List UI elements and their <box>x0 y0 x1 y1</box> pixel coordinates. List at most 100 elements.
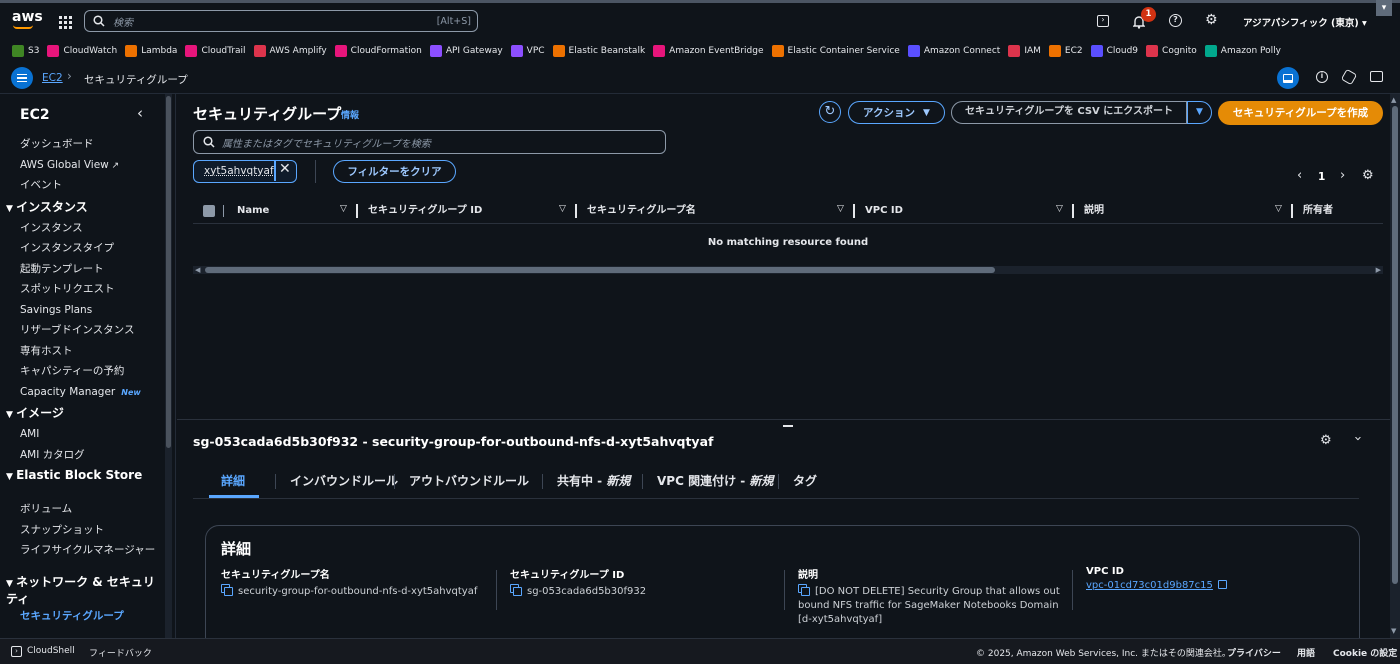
resource-search-input[interactable]: 属性またはタグでセキュリティグループを検索 <box>193 130 666 154</box>
table-horizontal-scrollbar[interactable]: ◀ ▶ <box>193 266 1383 274</box>
tab-1[interactable]: インバウンドルール <box>290 465 398 497</box>
collapse-chevron-icon[interactable]: ▾ <box>1376 0 1392 16</box>
favorite-vpc[interactable]: VPC <box>510 44 545 57</box>
select-all-checkbox[interactable] <box>203 205 215 217</box>
info-link[interactable]: 情報 <box>341 108 359 121</box>
tab-3[interactable]: 共有中 - 新規 <box>557 465 630 497</box>
favorite-amazon-polly[interactable]: Amazon Polly <box>1204 44 1281 57</box>
sidebar-item-3-0[interactable]: セキュリティグループ <box>0 606 164 627</box>
favorite-cloudwatch[interactable]: CloudWatch <box>47 44 117 57</box>
sidebar-item-0-7[interactable]: キャパシティーの予約 <box>0 361 164 382</box>
global-search-input[interactable]: 検索 [Alt+S] <box>84 10 478 32</box>
services-grid-icon[interactable] <box>59 14 72 29</box>
column-resizer[interactable] <box>1072 204 1074 218</box>
split-panel-drag-handle[interactable] <box>783 425 793 427</box>
terms-link[interactable]: 用語 <box>1297 646 1315 659</box>
sidebar-item-2-1[interactable]: スナップショット <box>0 520 164 541</box>
tab-4[interactable]: VPC 関連付け - 新規 <box>657 465 773 497</box>
sidebar-item-2-0[interactable]: ボリューム <box>0 499 164 520</box>
favorite-iam[interactable]: IAM <box>1008 44 1041 57</box>
table-settings-gear-icon[interactable]: ⚙ <box>1362 168 1374 183</box>
column-header-0[interactable]: Name <box>237 198 269 224</box>
export-dropdown-caret-icon[interactable]: ▼ <box>1187 101 1212 124</box>
sidebar-item-0-6[interactable]: 専有ホスト <box>0 341 164 362</box>
favorite-elastic-beanstalk[interactable]: Elastic Beanstalk <box>552 44 645 57</box>
copy-icon[interactable] <box>798 584 810 596</box>
sidebar-item-0-8[interactable]: Capacity Manager New <box>0 382 164 403</box>
privacy-link[interactable]: プライバシー <box>1227 646 1281 659</box>
table-scroll-thumb[interactable] <box>205 267 995 273</box>
sidebar-item-0-2[interactable]: 起動テンプレート <box>0 259 164 280</box>
sidebar-scroll-thumb[interactable] <box>166 96 171 448</box>
aws-logo[interactable]: aws <box>12 9 43 25</box>
favorite-ec2[interactable]: EC2 <box>1048 44 1083 57</box>
sidebar-item-1[interactable]: AWS Global View ↗ <box>0 155 164 176</box>
favorite-amazon-eventbridge[interactable]: Amazon EventBridge <box>653 44 764 57</box>
help-icon[interactable]: ? <box>1169 14 1182 27</box>
feedback-link[interactable]: フィードバック <box>89 646 152 659</box>
export-csv-button[interactable]: セキュリティグループを CSV にエクスポート <box>951 101 1187 124</box>
sidebar-section-0[interactable]: ▼ インスタンス <box>0 196 164 218</box>
favorite-cloudtrail[interactable]: CloudTrail <box>185 44 246 57</box>
clear-filters-button[interactable]: フィルターをクリア <box>333 160 456 183</box>
favorite-cloudformation[interactable]: CloudFormation <box>334 44 422 57</box>
filter-token-label[interactable]: xyt5ahvqtyaf <box>204 165 274 177</box>
sidebar-item-0[interactable]: ダッシュボード <box>0 134 164 155</box>
sort-caret-icon[interactable]: ▽ <box>1056 204 1063 214</box>
menu-hamburger-icon[interactable] <box>11 67 33 89</box>
create-security-group-button[interactable]: セキュリティグループを作成 <box>1218 101 1383 125</box>
favorite-api-gateway[interactable]: API Gateway <box>429 44 503 57</box>
column-header-1[interactable]: セキュリティグループ ID <box>368 198 482 224</box>
favorite-aws-amplify[interactable]: AWS Amplify <box>253 44 327 57</box>
sidebar-section-1[interactable]: ▼ イメージ <box>0 402 164 424</box>
sidebar-item-0-3[interactable]: スポットリクエスト <box>0 279 164 300</box>
column-resizer[interactable] <box>1291 204 1293 218</box>
sort-caret-icon[interactable]: ▽ <box>559 204 566 214</box>
copy-icon[interactable] <box>221 584 233 596</box>
sidebar-close-chevron-icon[interactable]: ‹ <box>137 104 143 122</box>
favorite-cognito[interactable]: Cognito <box>1146 44 1197 57</box>
sidebar-item-1-0[interactable]: AMI <box>0 424 164 445</box>
monitor-icon[interactable] <box>1370 71 1383 82</box>
column-resizer[interactable] <box>853 204 855 218</box>
favorite-cloud9[interactable]: Cloud9 <box>1090 44 1138 57</box>
column-header-4[interactable]: 説明 <box>1084 198 1104 224</box>
tab-5[interactable]: タグ <box>793 465 817 497</box>
sidebar-item-1-1[interactable]: AMI カタログ <box>0 445 164 466</box>
info-icon[interactable]: i <box>1316 71 1328 83</box>
tab-0[interactable]: 詳細 <box>221 465 245 497</box>
page-number[interactable]: 1 <box>1318 171 1325 183</box>
favorite-lambda[interactable]: Lambda <box>125 44 177 57</box>
region-selector[interactable]: アジアパシフィック (東京) ▾ <box>1243 15 1367 29</box>
sidebar-item-0-1[interactable]: インスタンスタイプ <box>0 238 164 259</box>
next-page-icon[interactable]: › <box>1340 168 1345 183</box>
column-header-3[interactable]: VPC ID <box>865 198 903 224</box>
remove-filter-close-icon[interactable]: ✕ <box>279 161 291 177</box>
column-resizer[interactable] <box>356 204 358 218</box>
refresh-icon[interactable]: ↻ <box>819 101 841 123</box>
split-panel-toggle-icon[interactable] <box>1277 67 1299 89</box>
split-panel-settings-gear-icon[interactable]: ⚙ <box>1320 433 1332 448</box>
sidebar-item-2[interactable]: イベント <box>0 175 164 196</box>
settings-gear-icon[interactable]: ⚙ <box>1205 12 1218 28</box>
favorite-s3[interactable]: S3 <box>12 44 39 57</box>
prev-page-icon[interactable]: ‹ <box>1297 168 1302 183</box>
column-header-2[interactable]: セキュリティグループ名 <box>587 198 696 224</box>
sidebar-section-3[interactable]: ▼ ネットワーク & セキュリティ <box>0 572 164 606</box>
hexagon-icon[interactable] <box>1340 68 1358 86</box>
sidebar-item-0-0[interactable]: インスタンス <box>0 218 164 239</box>
sort-caret-icon[interactable]: ▽ <box>340 204 347 214</box>
sidebar-item-2-2[interactable]: ライフサイクルマネージャー <box>0 540 164 572</box>
cookie-settings-link[interactable]: Cookie の設定 <box>1333 646 1397 659</box>
main-scroll-thumb[interactable] <box>1392 106 1398 584</box>
favorite-amazon-connect[interactable]: Amazon Connect <box>907 44 1000 57</box>
sort-caret-icon[interactable]: ▽ <box>1275 204 1282 214</box>
sort-caret-icon[interactable]: ▽ <box>837 204 844 214</box>
sidebar-item-0-5[interactable]: リザーブドインスタンス <box>0 320 164 341</box>
breadcrumb-ec2-link[interactable]: EC2 <box>42 72 63 84</box>
cloudshell-icon[interactable]: › <box>1097 15 1109 27</box>
column-resizer[interactable] <box>575 204 577 218</box>
sidebar-item-0-4[interactable]: Savings Plans <box>0 300 164 321</box>
sidebar-scrollbar[interactable] <box>165 94 172 638</box>
main-vertical-scrollbar[interactable]: ▲ ▼ <box>1390 94 1400 638</box>
